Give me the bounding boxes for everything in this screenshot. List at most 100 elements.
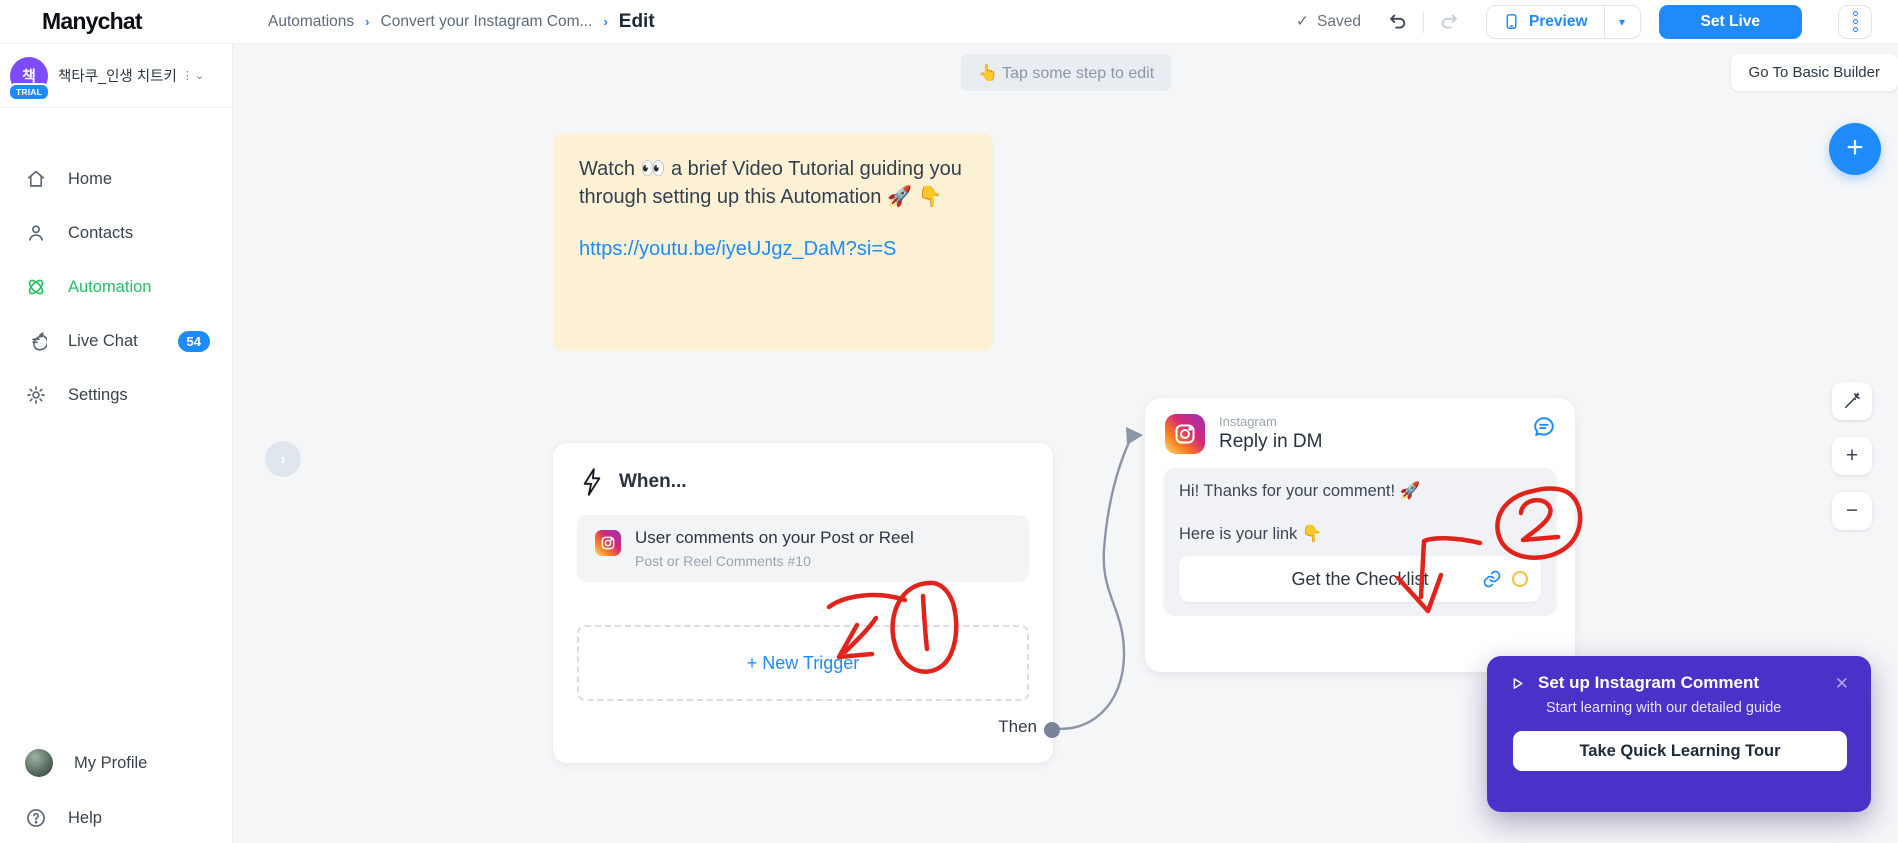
breadcrumb-separator-icon: ›: [603, 14, 608, 29]
learning-tour-popup: Set up Instagram Comment ✕ Start learnin…: [1487, 656, 1871, 812]
close-icon[interactable]: ✕: [1835, 675, 1849, 692]
take-tour-button[interactable]: Take Quick Learning Tour: [1513, 731, 1847, 771]
sidebar-item-my-profile[interactable]: My Profile: [0, 737, 232, 789]
person-icon: [28, 225, 44, 241]
topbar-actions: ✓ Saved Preview ▾ Set Live: [1296, 4, 1898, 39]
sidebar-item-live-chat[interactable]: Live Chat 54: [0, 314, 232, 368]
kebab-menu-button[interactable]: [1838, 4, 1872, 39]
sidebar-nav: Home Contacts Automation Live Chat 54 Se…: [0, 108, 232, 422]
account-switcher[interactable]: 책 TRIAL 책타쿠_인생 치트키 ⋮ ⌄: [0, 44, 232, 108]
lightning-icon: [583, 468, 601, 496]
reply-title: Reply in DM: [1219, 431, 1323, 452]
help-icon: [27, 809, 45, 827]
home-icon: [27, 170, 45, 187]
top-bar: Manychat Automations › Convert your Inst…: [0, 0, 1898, 44]
my-profile-avatar: [25, 749, 53, 777]
live-chat-badge: 54: [177, 330, 210, 352]
gear-icon: [27, 386, 45, 404]
zoom-out-button[interactable]: −: [1832, 492, 1872, 530]
expand-panel-button[interactable]: ›: [265, 441, 301, 477]
sidebar-item-automation[interactable]: Automation: [0, 260, 232, 314]
logo-wrap: Manychat: [0, 8, 233, 35]
breadcrumb: Automations › Convert your Instagram Com…: [268, 11, 655, 33]
magic-wand-icon: [1844, 392, 1860, 409]
check-icon: ✓: [1295, 13, 1309, 30]
sidebar: 책 TRIAL 책타쿠_인생 치트키 ⋮ ⌄ Home Contacts Auto…: [0, 44, 233, 843]
note-link[interactable]: https://youtu.be/iyeUJgz_DaM?si=S: [579, 238, 967, 261]
popup-header: Set up Instagram Comment ✕: [1509, 673, 1849, 693]
instagram-icon: [595, 530, 621, 556]
account-name: 책타쿠_인생 치트키: [58, 69, 177, 85]
main-area: 책 TRIAL 책타쿠_인생 치트키 ⋮ ⌄ Home Contacts Auto…: [0, 44, 1898, 843]
popup-title: Set up Instagram Comment: [1538, 673, 1760, 692]
preview-button[interactable]: Preview ▾: [1485, 4, 1641, 39]
chevron-down-icon: ▾: [1619, 14, 1626, 29]
account-chevron-icon: ⋮ ⌄: [181, 70, 205, 82]
preview-dropdown-button[interactable]: ▾: [1603, 5, 1640, 38]
zoom-in-button[interactable]: +: [1832, 437, 1872, 475]
get-checklist-label: Get the Checklist: [1291, 568, 1429, 589]
reply-card-header: Instagram Reply in DM: [1145, 398, 1575, 464]
kebab-dot-icon: [1852, 27, 1858, 32]
canvas-hint: 👆 Tap some step to edit: [961, 54, 1172, 91]
dm-message-1: Hi! Thanks for your comment! 🚀: [1179, 482, 1421, 500]
plus-icon: +: [1846, 130, 1864, 164]
trigger-card[interactable]: When... User comments on your Post or Re…: [553, 443, 1053, 763]
note-text: Watch 👀 a brief Video Tutorial guiding y…: [579, 158, 962, 209]
breadcrumb-separator-icon: ›: [365, 14, 370, 29]
play-icon: [1513, 677, 1523, 689]
preview-button-main[interactable]: Preview: [1487, 6, 1604, 38]
instagram-icon: [1165, 414, 1205, 454]
checklist-button-icons: [1482, 569, 1528, 589]
redo-button[interactable]: [1434, 7, 1464, 37]
dm-message-bubble: Hi! Thanks for your comment! 🚀 Here is y…: [1163, 468, 1557, 616]
preview-label: Preview: [1528, 12, 1588, 30]
breadcrumb-automations[interactable]: Automations: [268, 13, 354, 31]
trigger-card-header: When...: [553, 443, 1053, 515]
connector-port-icon[interactable]: [1512, 571, 1528, 587]
page-title: Edit: [618, 10, 655, 32]
divider: [1422, 10, 1424, 33]
trigger-row[interactable]: User comments on your Post or Reel Post …: [577, 515, 1029, 582]
note-card[interactable]: Watch 👀 a brief Video Tutorial guiding y…: [553, 133, 993, 351]
chat-bubble-icon: [32, 332, 47, 351]
automation-icon: [28, 279, 44, 295]
set-live-button[interactable]: Set Live: [1658, 4, 1802, 39]
sidebar-item-label: My Profile: [74, 753, 148, 772]
connector-arrowhead-icon: [1126, 427, 1143, 445]
sidebar-item-contacts[interactable]: Contacts: [0, 206, 232, 260]
reply-head-text: Instagram Reply in DM: [1219, 414, 1322, 453]
sidebar-item-label: Contacts: [68, 223, 134, 242]
undo-button[interactable]: [1383, 7, 1413, 37]
dm-message-2: Here is your link 👇: [1179, 525, 1323, 543]
sidebar-item-settings[interactable]: Settings: [0, 368, 232, 422]
phone-icon: [1506, 14, 1517, 29]
undo-icon: [1390, 14, 1406, 29]
sidebar-item-label: Help: [68, 808, 102, 827]
flow-canvas[interactable]: 👆 Tap some step to edit Go To Basic Buil…: [233, 44, 1898, 843]
sidebar-item-home[interactable]: Home: [0, 152, 232, 206]
manychat-logo[interactable]: Manychat: [42, 8, 142, 34]
trigger-subtitle: Post or Reel Comments #10: [635, 553, 811, 569]
get-checklist-button[interactable]: Get the Checklist: [1179, 556, 1541, 602]
popup-subtitle: Start learning with our detailed guide: [1546, 700, 1782, 716]
sidebar-item-label: Home: [68, 169, 113, 188]
add-node-fab-button[interactable]: +: [1829, 123, 1881, 175]
reply-dm-card[interactable]: Instagram Reply in DM Hi! Thanks for you…: [1145, 398, 1575, 672]
auto-arrange-button[interactable]: [1832, 382, 1872, 420]
go-to-basic-builder-button[interactable]: Go To Basic Builder: [1730, 54, 1898, 91]
reply-app-label: Instagram: [1219, 414, 1277, 429]
sidebar-item-label: Automation: [68, 277, 152, 296]
trigger-texts: User comments on your Post or Reel Post …: [635, 528, 914, 569]
breadcrumb-flow-name[interactable]: Convert your Instagram Com...: [381, 13, 593, 31]
message-bubble-icon[interactable]: [1531, 414, 1557, 445]
account-avatar: 책 TRIAL: [7, 56, 51, 101]
saved-status: ✓ Saved: [1296, 12, 1361, 31]
new-trigger-button[interactable]: + New Trigger: [577, 625, 1029, 701]
saved-label: Saved: [1316, 12, 1361, 30]
sidebar-item-label: Settings: [68, 385, 128, 404]
flow-connector-line: [1051, 439, 1132, 730]
sidebar-item-help[interactable]: Help: [0, 792, 232, 843]
kebab-dot-icon: [1852, 19, 1858, 24]
redo-icon: [1441, 14, 1457, 29]
